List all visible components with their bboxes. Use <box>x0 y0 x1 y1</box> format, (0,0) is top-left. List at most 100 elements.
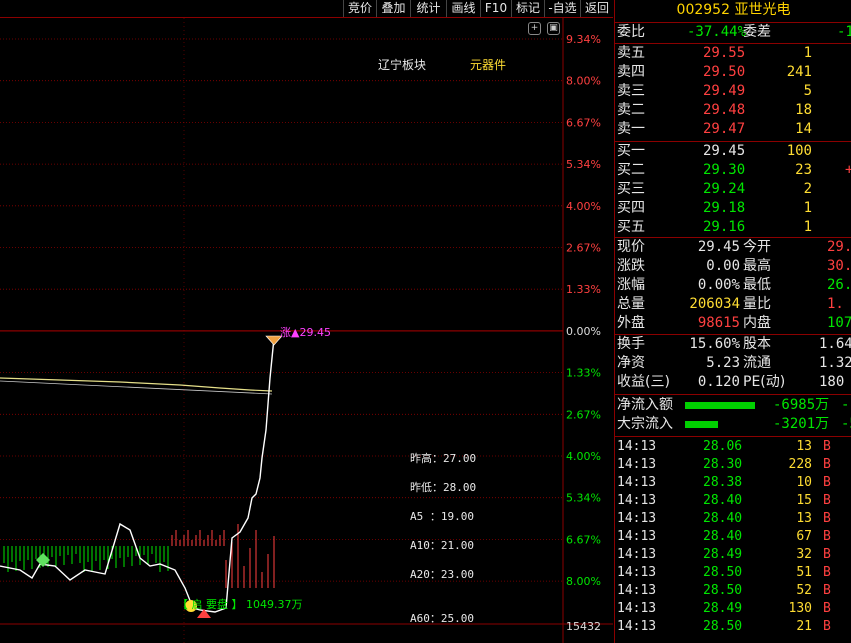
toolbar-button-1[interactable]: 叠加 <box>376 0 410 17</box>
flow-row: 大宗流入 -3201万 -5 <box>615 415 851 434</box>
buy-volume: 1 <box>803 200 812 216</box>
toolbar-button-3[interactable]: 画线 <box>446 0 480 17</box>
signal-amount: 1049.37万 <box>246 598 303 611</box>
trade-time: 14:13 <box>617 619 657 634</box>
limit-up-tag: 涨▲29.45 <box>280 326 331 339</box>
flow-label: 净流入额 <box>617 397 673 413</box>
trade-row[interactable]: 14:13 28.40 67 B <box>615 528 851 546</box>
trade-row[interactable]: 14:13 28.49 130 B <box>615 600 851 618</box>
trade-row[interactable]: 14:13 28.50 52 B <box>615 582 851 600</box>
trade-price: 28.06 <box>703 439 743 454</box>
sell-volume: 18 <box>795 102 812 118</box>
fundamental-value: 1.32 <box>819 355 851 371</box>
stat-value: 29. <box>827 239 851 255</box>
sell-volume: 14 <box>795 121 812 137</box>
fundamental-row: 换手 15.60% 股本 1.64 <box>615 335 851 354</box>
trade-direction: B <box>823 457 831 472</box>
stat-label: 涨跌 <box>617 258 645 274</box>
toolbar-button-7[interactable]: 返回 <box>580 0 613 17</box>
stat-label: 最高 <box>743 258 771 274</box>
stat-label: 总量 <box>617 296 645 312</box>
quote-panel: 002952 亚世光电 委比 -37.44% 委差 -1 卖五 29.55 1 卖四 2… <box>614 0 851 643</box>
sell-label: 卖五 <box>617 45 645 61</box>
trade-price: 28.40 <box>703 493 743 508</box>
pct-label: 8.00% <box>566 575 601 588</box>
volume-label: 15432 <box>566 620 601 633</box>
pct-label: 4.00% <box>566 450 601 463</box>
sell-row: 卖二 29.48 18 <box>615 101 851 120</box>
stat-value: 26. <box>827 277 851 293</box>
buy-row: 买二 29.30 23 + <box>615 161 851 180</box>
weibi-value: -37.44% <box>687 24 747 40</box>
sector-label[interactable]: 辽宁板块 <box>378 56 426 73</box>
sell-label: 卖四 <box>617 64 645 80</box>
trade-volume: 52 <box>796 583 812 598</box>
stat-row: 涨跌 0.00 最高 30. <box>615 257 851 276</box>
buy-row: 买三 29.24 2 <box>615 180 851 199</box>
zoom-in-icon[interactable]: + <box>528 22 541 35</box>
sell-row: 卖一 29.47 14 <box>615 120 851 139</box>
trade-row[interactable]: 14:13 28.38 10 B <box>615 474 851 492</box>
trade-direction: B <box>823 583 831 598</box>
sell-row: 卖五 29.55 1 <box>615 44 851 63</box>
pct-label: 1.33% <box>566 283 601 296</box>
trade-row[interactable]: 14:13 28.50 51 B <box>615 564 851 582</box>
trade-volume: 228 <box>788 457 812 472</box>
trade-price: 28.49 <box>703 601 743 616</box>
flow-extra: -5 <box>841 416 851 432</box>
trade-row[interactable]: 14:13 28.40 13 B <box>615 510 851 528</box>
trade-direction: B <box>823 529 831 544</box>
toolbar-button-5[interactable]: 标记 <box>511 0 544 17</box>
trade-volume: 32 <box>796 547 812 562</box>
buy-price: 29.30 <box>703 162 746 178</box>
buy-label: 买三 <box>617 181 645 197</box>
trade-time: 14:13 <box>617 511 657 526</box>
industry-label[interactable]: 元器件 <box>470 56 506 73</box>
flow-bar <box>685 402 755 409</box>
pct-label: 2.67% <box>566 242 601 255</box>
toolbar-button-6[interactable]: -自选 <box>544 0 580 17</box>
buy-volume: 23 <box>795 162 812 178</box>
buy-price: 29.16 <box>703 219 746 235</box>
sell-price: 29.50 <box>703 64 746 80</box>
trade-direction: B <box>823 475 831 490</box>
weibi-label: 委比 <box>617 24 645 40</box>
stat-row: 外盘 98615内盘 1074 <box>615 314 851 333</box>
signal-label: 【 启 要盘 】 1049.37万 <box>177 596 303 612</box>
trade-volume: 130 <box>788 601 812 616</box>
trade-time: 14:13 <box>617 439 657 454</box>
stat-label-3: A10：21.00 <box>410 539 474 552</box>
buy-volume: 100 <box>786 143 812 159</box>
toolbar-button-4[interactable]: F10 <box>480 0 511 17</box>
trade-row[interactable]: 14:13 28.06 13 B <box>615 438 851 456</box>
stat-label: 现价 <box>617 239 645 255</box>
trade-price: 28.40 <box>703 529 743 544</box>
buy-price: 29.45 <box>703 143 746 159</box>
flow-label: 大宗流入 <box>617 416 673 432</box>
stat-value: 0.00 <box>706 258 740 274</box>
stat-label: 涨幅 <box>617 277 645 293</box>
stat-label-2: A5 ：19.00 <box>410 510 474 523</box>
buy-row: 买四 29.18 1 <box>615 199 851 218</box>
trade-row[interactable]: 14:13 28.50 21 B <box>615 618 851 636</box>
stat-label-0: 昨高：27.00 <box>410 452 477 465</box>
stat-label: 量比 <box>743 296 771 312</box>
sell-label: 卖二 <box>617 102 645 118</box>
trade-row[interactable]: 14:13 28.40 15 B <box>615 492 851 510</box>
intraday-chart[interactable]: 9.34% 8.00% 6.67% 5.34% 4.00% 2.67% 1.33% 0.00%… <box>0 17 613 643</box>
trade-volume: 51 <box>796 565 812 580</box>
buy-volume: 1 <box>803 219 812 235</box>
stat-label-5: A60：25.00 <box>410 612 474 625</box>
buy-label: 买五 <box>617 219 645 235</box>
toolbar-button-2[interactable]: 统计 <box>410 0 446 17</box>
weicha-value: -1 <box>837 24 851 40</box>
toolbar-button-0[interactable]: 竞价 <box>343 0 376 17</box>
window-icon[interactable]: ▣ <box>547 22 560 35</box>
stock-name: 亚世光电 <box>734 2 791 18</box>
trade-direction: B <box>823 619 831 634</box>
flow-bar <box>685 421 718 428</box>
trade-row[interactable]: 14:13 28.49 32 B <box>615 546 851 564</box>
pct-label: 5.34% <box>566 492 601 505</box>
trade-row[interactable]: 14:13 28.30 228 B <box>615 456 851 474</box>
buy-price: 29.18 <box>703 200 746 216</box>
